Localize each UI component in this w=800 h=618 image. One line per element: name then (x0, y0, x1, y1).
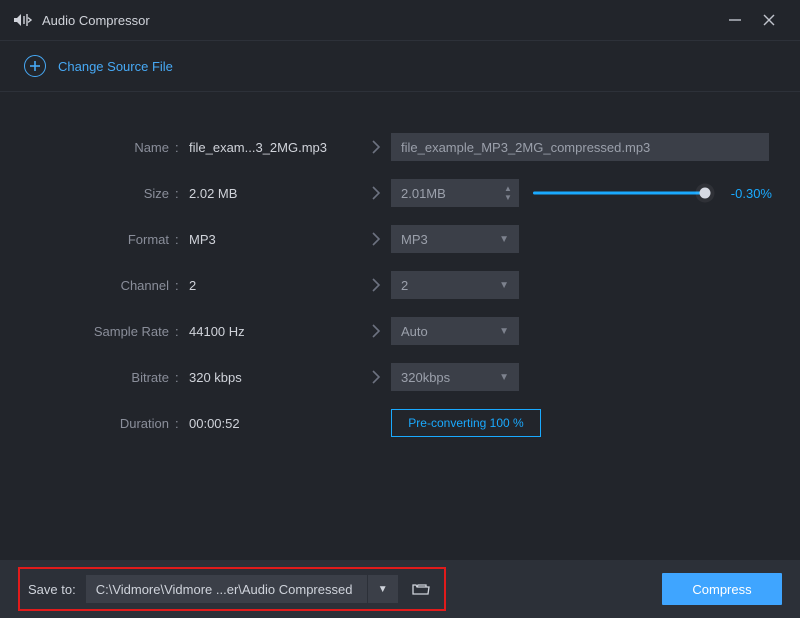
size-stepper[interactable]: 2.01MB ▲ ▼ (391, 179, 519, 207)
chevron-right-icon (361, 278, 391, 292)
size-source-value: 2.02 MB (189, 186, 361, 201)
format-source-value: MP3 (189, 232, 361, 247)
window-title: Audio Compressor (42, 13, 150, 28)
size-slider[interactable] (533, 185, 710, 201)
sample-rate-source-value: 44100 Hz (189, 324, 361, 339)
close-button[interactable] (752, 3, 786, 37)
caret-down-icon: ▼ (499, 326, 509, 337)
format-select[interactable]: MP3 ▼ (391, 225, 519, 253)
label-size: Size (0, 186, 175, 201)
sample-rate-select[interactable]: Auto ▼ (391, 317, 519, 345)
save-to-highlight: Save to: C:\Vidmore\Vidmore ...er\Audio … (18, 567, 446, 611)
save-to-label: Save to: (28, 582, 76, 597)
name-source-value: file_exam...3_2MG.mp3 (189, 140, 361, 155)
row-sample-rate: Sample Rate : 44100 Hz Auto ▼ (0, 316, 772, 346)
stepper-up-icon[interactable]: ▲ (504, 185, 512, 193)
chevron-right-icon (361, 140, 391, 154)
bitrate-select-value: 320kbps (401, 370, 450, 385)
app-icon (14, 13, 32, 27)
label-name: Name (0, 140, 175, 155)
row-channel: Channel : 2 2 ▼ (0, 270, 772, 300)
open-folder-button[interactable] (406, 575, 436, 603)
minimize-button[interactable] (718, 3, 752, 37)
row-bitrate: Bitrate : 320 kbps 320kbps ▼ (0, 362, 772, 392)
chevron-right-icon (361, 324, 391, 338)
label-bitrate: Bitrate (0, 370, 175, 385)
compress-button[interactable]: Compress (662, 573, 782, 605)
size-output-value: 2.01MB (391, 186, 497, 201)
change-source-row[interactable]: Change Source File (0, 40, 800, 92)
save-path-input[interactable]: C:\Vidmore\Vidmore ...er\Audio Compresse… (86, 575, 368, 603)
change-source-label: Change Source File (58, 59, 173, 74)
sample-rate-select-value: Auto (401, 324, 428, 339)
save-path-dropdown[interactable]: ▼ (368, 575, 398, 603)
chevron-right-icon (361, 370, 391, 384)
row-name: Name : file_exam...3_2MG.mp3 (0, 132, 772, 162)
footer: Save to: C:\Vidmore\Vidmore ...er\Audio … (0, 560, 800, 618)
name-output-input[interactable] (391, 133, 769, 161)
row-duration: Duration : 00:00:52 Pre-converting 100 % (0, 408, 772, 438)
folder-icon (412, 582, 430, 596)
caret-down-icon: ▼ (499, 372, 509, 383)
bitrate-select[interactable]: 320kbps ▼ (391, 363, 519, 391)
preconvert-button[interactable]: Pre-converting 100 % (391, 409, 541, 437)
label-sample-rate: Sample Rate (0, 324, 175, 339)
channel-source-value: 2 (189, 278, 361, 293)
plus-circle-icon (24, 55, 46, 77)
label-duration: Duration (0, 416, 175, 431)
row-format: Format : MP3 MP3 ▼ (0, 224, 772, 254)
stepper-down-icon[interactable]: ▼ (504, 194, 512, 202)
format-select-value: MP3 (401, 232, 428, 247)
caret-down-icon: ▼ (499, 234, 509, 245)
bitrate-source-value: 320 kbps (189, 370, 361, 385)
chevron-right-icon (361, 232, 391, 246)
preconvert-label: Pre-converting 100 % (408, 416, 523, 430)
channel-select-value: 2 (401, 278, 408, 293)
channel-select[interactable]: 2 ▼ (391, 271, 519, 299)
duration-value: 00:00:52 (189, 416, 361, 431)
label-channel: Channel (0, 278, 175, 293)
row-size: Size : 2.02 MB 2.01MB ▲ ▼ -0.30% (0, 178, 772, 208)
caret-down-icon: ▼ (499, 280, 509, 291)
compress-button-label: Compress (692, 582, 751, 597)
settings-form: Name : file_exam...3_2MG.mp3 Size : 2.02… (0, 92, 800, 438)
size-percent: -0.30% (722, 186, 772, 201)
titlebar: Audio Compressor (0, 0, 800, 40)
chevron-right-icon (361, 186, 391, 200)
label-format: Format (0, 232, 175, 247)
